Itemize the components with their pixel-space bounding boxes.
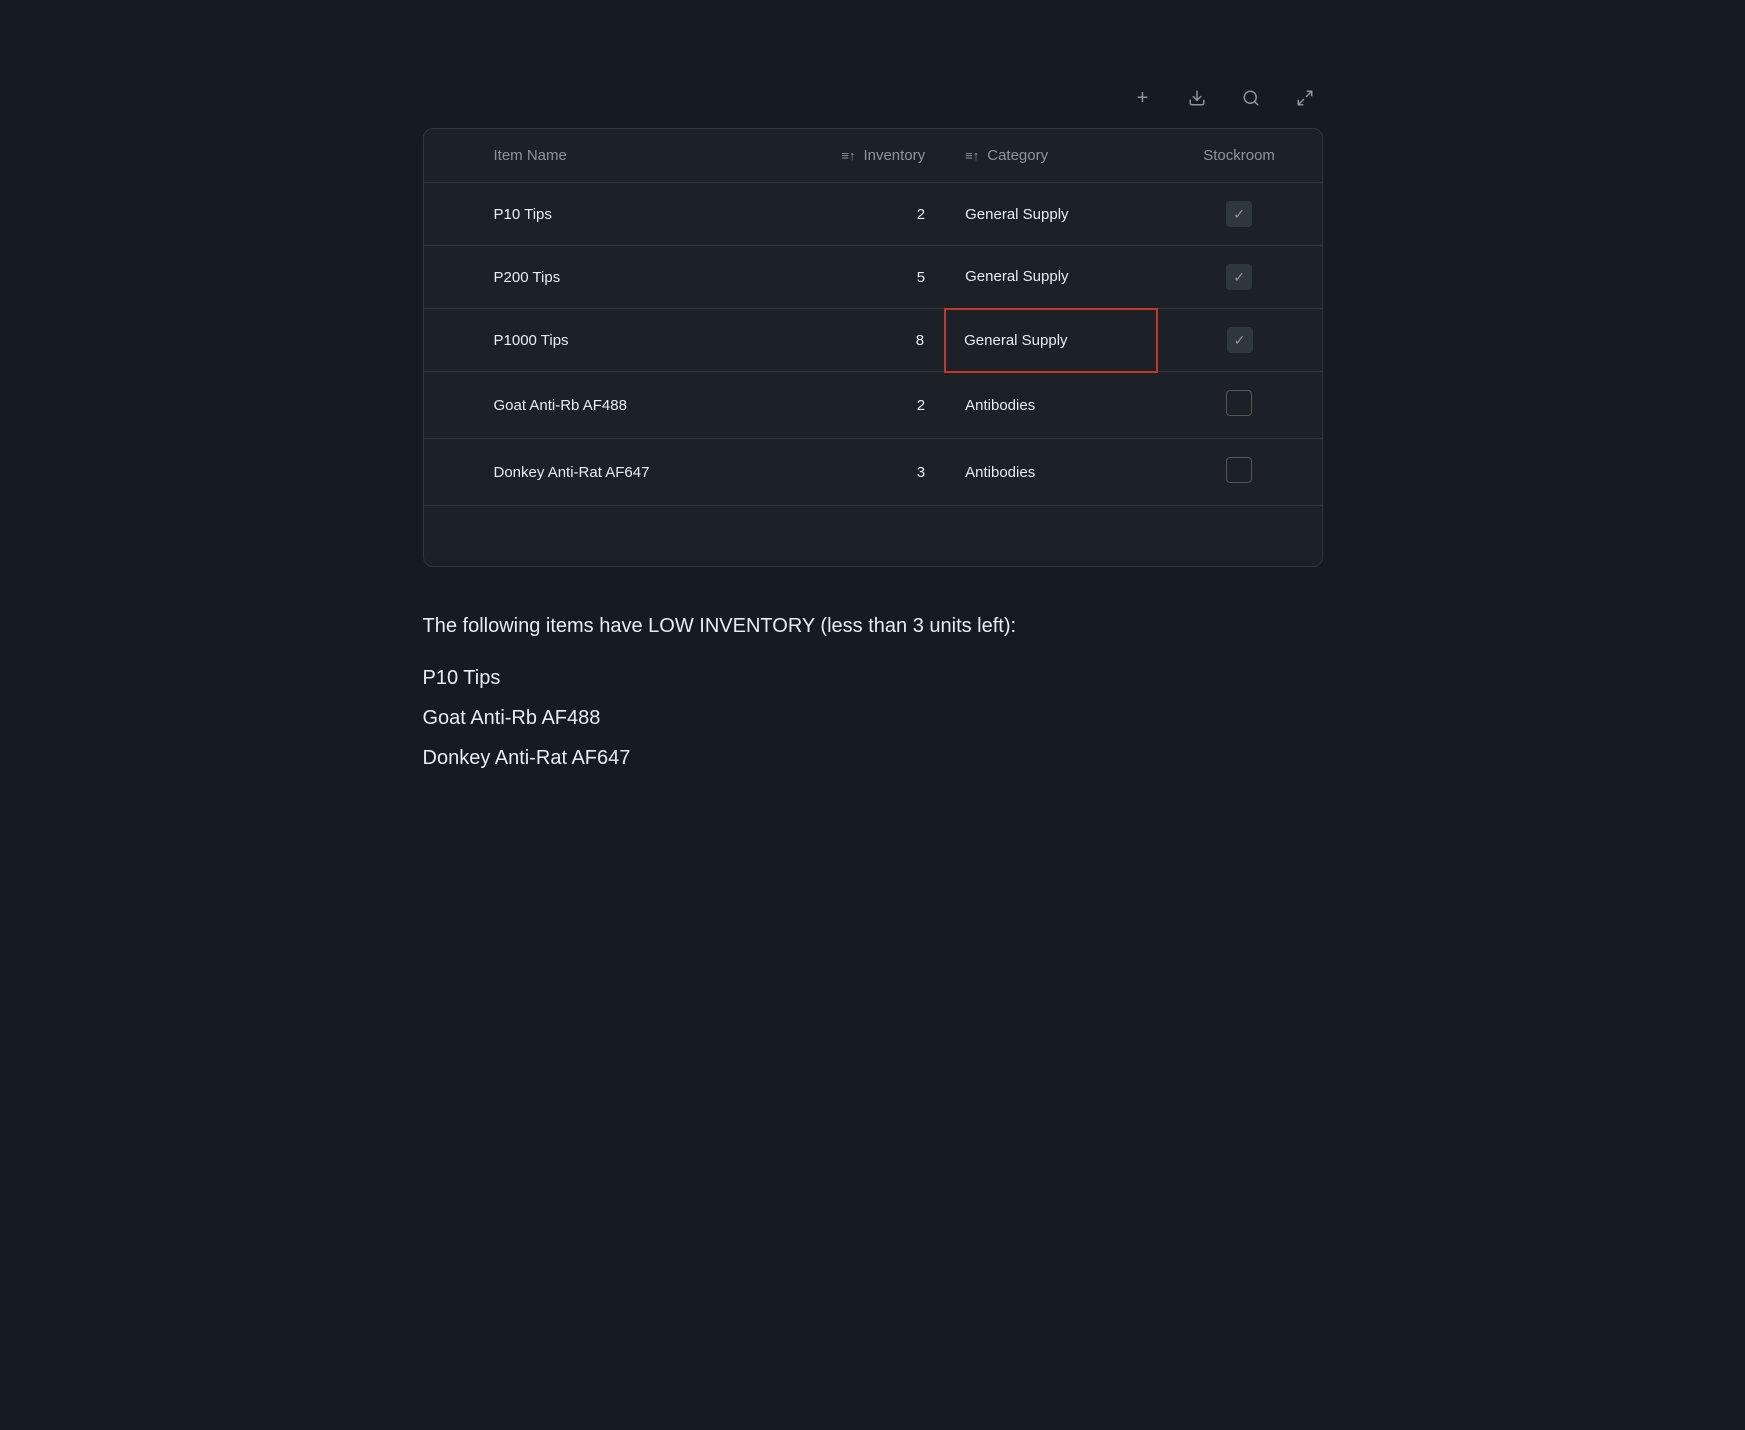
expand-button[interactable] <box>1287 80 1323 116</box>
cell-row-num <box>424 506 474 566</box>
page-container: + <box>423 80 1323 782</box>
add-button[interactable]: + <box>1125 80 1161 116</box>
cell-item-name[interactable]: Goat Anti-Rb AF488 <box>474 372 763 439</box>
table-row: P200 Tips5General Supply ✓ <box>424 246 1322 309</box>
cell-inventory[interactable]: 8 <box>763 309 946 372</box>
cell-inventory[interactable]: 3 <box>763 439 946 506</box>
cell-row-num <box>424 309 474 372</box>
search-button[interactable] <box>1233 80 1269 116</box>
cell-item-name[interactable]: P1000 Tips <box>474 309 763 372</box>
low-inventory-list: P10 Tips Goat Anti-Rb AF488 Donkey Anti-Ra… <box>423 662 1323 774</box>
checkbox-checked-icon[interactable]: ✓ <box>1226 264 1252 290</box>
col-header-item-name[interactable]: Item Name <box>474 129 763 183</box>
cell-row-num <box>424 372 474 439</box>
col-header-row-num <box>424 129 474 183</box>
table-row: P10 Tips2General Supply ✓ <box>424 183 1322 246</box>
table-row <box>424 506 1322 566</box>
cell-stockroom[interactable]: ✓ <box>1157 246 1322 309</box>
col-header-category[interactable]: ≡↑ Category <box>945 129 1157 183</box>
cell-category[interactable]: General Supply <box>945 183 1157 246</box>
cell-row-num <box>424 183 474 246</box>
table-row: Goat Anti-Rb AF4882Antibodies <box>424 372 1322 439</box>
cell-item-name[interactable]: Donkey Anti-Rat AF647 <box>474 439 763 506</box>
cell-inventory[interactable]: 2 <box>763 183 946 246</box>
toolbar: + <box>1125 80 1323 116</box>
table-row: Donkey Anti-Rat AF6473Antibodies <box>424 439 1322 506</box>
low-inventory-title: The following items have LOW INVENTORY (… <box>423 615 1323 638</box>
checkbox-unchecked-icon[interactable] <box>1226 457 1252 483</box>
cell-stockroom[interactable] <box>1157 439 1322 506</box>
cell-row-num <box>424 246 474 309</box>
col-header-stockroom: Stockroom <box>1157 129 1322 183</box>
table-row: P1000 Tips8General Supply ✓ <box>424 309 1322 372</box>
category-sort-icon: ≡↑ <box>965 148 979 163</box>
cell-category[interactable] <box>945 506 1157 566</box>
low-inventory-item: Donkey Anti-Rat AF647 <box>423 742 1323 774</box>
checkbox-checked-icon[interactable]: ✓ <box>1227 327 1253 353</box>
cell-item-name[interactable]: P200 Tips <box>474 246 763 309</box>
cell-item-name[interactable] <box>474 506 763 566</box>
cell-category[interactable]: General Supply <box>945 309 1157 372</box>
download-button[interactable] <box>1179 80 1215 116</box>
cell-inventory[interactable] <box>763 506 946 566</box>
cell-inventory[interactable]: 2 <box>763 372 946 439</box>
checkbox-unchecked-icon[interactable] <box>1226 390 1252 416</box>
low-inventory-item: Goat Anti-Rb AF488 <box>423 702 1323 734</box>
cell-inventory[interactable]: 5 <box>763 246 946 309</box>
col-header-inventory[interactable]: ≡↑ Inventory <box>763 129 946 183</box>
table-header-row: Item Name ≡↑ Inventory ≡↑ Category <box>424 129 1322 183</box>
inventory-table-wrapper: Item Name ≡↑ Inventory ≡↑ Category <box>423 128 1323 567</box>
cell-row-num <box>424 439 474 506</box>
low-inventory-section: The following items have LOW INVENTORY (… <box>423 615 1323 782</box>
cell-stockroom[interactable] <box>1157 372 1322 439</box>
cell-category[interactable]: General Supply <box>945 246 1157 309</box>
inventory-table: Item Name ≡↑ Inventory ≡↑ Category <box>424 129 1322 566</box>
cell-stockroom[interactable] <box>1157 506 1322 566</box>
cell-category[interactable]: Antibodies <box>945 372 1157 439</box>
inventory-sort-icon: ≡↑ <box>841 148 855 163</box>
low-inventory-item: P10 Tips <box>423 662 1323 694</box>
cell-category[interactable]: Antibodies <box>945 439 1157 506</box>
cell-stockroom[interactable]: ✓ <box>1157 183 1322 246</box>
cell-stockroom[interactable]: ✓ <box>1157 309 1322 372</box>
cell-item-name[interactable]: P10 Tips <box>474 183 763 246</box>
checkbox-checked-icon[interactable]: ✓ <box>1226 201 1252 227</box>
